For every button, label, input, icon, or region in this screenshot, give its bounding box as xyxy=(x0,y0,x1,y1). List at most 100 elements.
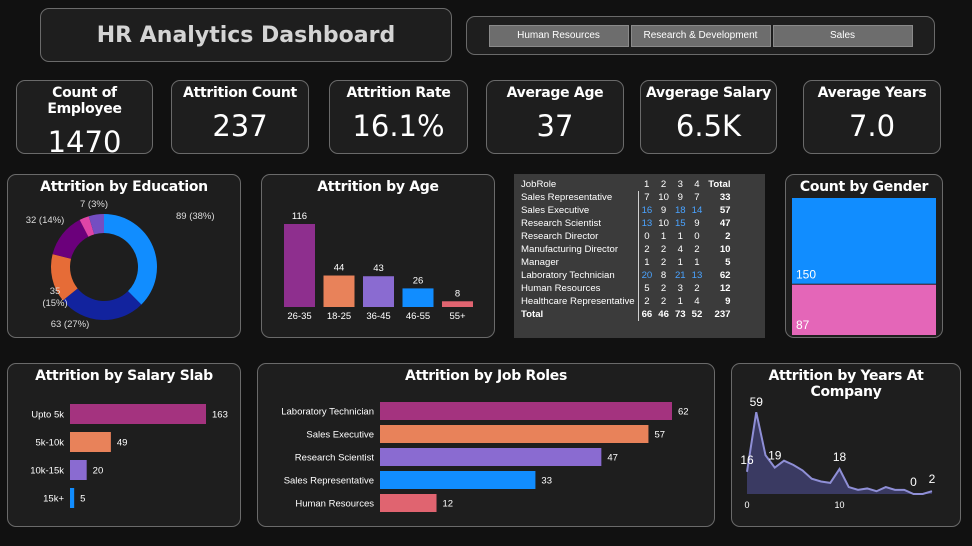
matrix-cell: 2 xyxy=(644,244,650,255)
kpi-average-age: Average Age 37 xyxy=(486,80,624,154)
kpi-label: Avgerage Salary xyxy=(645,85,772,101)
jobrole-bar xyxy=(380,494,437,512)
matrix-cell: 1 xyxy=(660,231,667,242)
matrix-row: Manufacturing Director 2 2 4 2 10 xyxy=(518,243,734,256)
matrix-column-header[interactable]: 3 xyxy=(672,178,689,191)
age-panel: Attrition by Age 116 26-35 44 18-25 43 36-45 2… xyxy=(261,174,495,338)
matrix-row: Research Director 0 1 1 0 2 xyxy=(518,230,734,243)
salary-axis-label: 10k-15k xyxy=(30,466,64,477)
education-panel: Attrition by Education 89 (38%) 63 (27%) 3… xyxy=(7,174,241,338)
salary-bar xyxy=(70,432,111,452)
jobrole-bar xyxy=(380,425,649,443)
matrix-cell: 9 xyxy=(677,192,683,203)
years-axis-tick: 10 xyxy=(834,500,844,510)
matrix-column-header[interactable]: 2 xyxy=(655,178,672,191)
years-data-label: 2 xyxy=(929,472,936,486)
slicer-research-development-button[interactable]: Research & Development xyxy=(630,24,771,47)
matrix-row-label: Human Resources xyxy=(518,282,639,295)
matrix-cell: 21 xyxy=(674,270,686,281)
kpi-value: 16.1% xyxy=(352,109,445,143)
jobrole-bar xyxy=(380,402,672,420)
matrix-cell: 2 xyxy=(660,244,667,255)
kpi-label: Attrition Count xyxy=(183,85,297,101)
age-bar-chart: 116 26-35 44 18-25 43 36-45 26 46-55 8 55+ xyxy=(284,211,473,322)
slicer-human-resources-button[interactable]: Human Resources xyxy=(488,24,629,47)
age-axis-label: 55+ xyxy=(449,311,466,322)
salary-axis-label: Upto 5k xyxy=(31,410,64,421)
matrix-cell: 46 xyxy=(658,309,669,320)
matrix-cell: 1 xyxy=(644,257,650,268)
matrix-cell: 2 xyxy=(694,283,700,294)
matrix-cell: 52 xyxy=(691,309,703,320)
kpi-label: Attrition Rate xyxy=(346,85,451,101)
gender-stacked-chart: 150 87 xyxy=(792,198,936,335)
matrix-cell: 9 xyxy=(660,205,667,216)
donut-data-label: (15%) xyxy=(42,298,67,309)
matrix-cell: 4 xyxy=(694,296,700,307)
age-bar-value: 116 xyxy=(292,211,307,222)
matrix-cell: 4 xyxy=(677,244,683,255)
matrix-cell: 13 xyxy=(641,218,653,229)
matrix-total-row: Total 66 46 73 52 237 xyxy=(518,308,734,321)
title-card: HR Analytics Dashboard xyxy=(40,8,452,62)
jobroles-bar-chart: Laboratory Technician 62 Sales Executive 57… xyxy=(281,402,689,512)
matrix-column-header[interactable]: Total xyxy=(705,178,733,191)
matrix-row-total: 2 xyxy=(725,231,731,242)
matrix-cell: 9 xyxy=(694,218,700,229)
matrix-cell: 2 xyxy=(660,296,667,307)
donut-slice xyxy=(104,214,157,305)
kpi-label: Average Years xyxy=(817,85,927,101)
salary-bar xyxy=(70,488,75,508)
matrix-cell: 1 xyxy=(694,257,700,268)
matrix-column-header[interactable]: 4 xyxy=(689,178,706,191)
matrix-row-total: 9 xyxy=(725,296,731,307)
matrix-cell: 1 xyxy=(677,296,683,307)
matrix-column-header[interactable]: 1 xyxy=(638,178,655,191)
matrix-cell: 8 xyxy=(660,270,667,281)
matrix-cell: 7 xyxy=(694,192,700,203)
jobrole-matrix-table: JobRole 1 2 3 4 Total Sales Representative 7 10… xyxy=(518,178,734,321)
jobrole-bar-value: 12 xyxy=(443,499,454,510)
years-panel: Attrition by Years At Company 16 59 19 18 0 2… xyxy=(731,363,961,527)
salary-chart-title: Attrition by Salary Slab xyxy=(35,368,213,384)
matrix-header-row: JobRole 1 2 3 4 Total xyxy=(518,178,734,191)
gender-chart-title: Count by Gender xyxy=(799,179,929,195)
age-bar xyxy=(402,288,434,307)
kpi-label: Count of Employee xyxy=(47,85,122,117)
age-bar-value: 26 xyxy=(413,275,424,286)
matrix-row: Human Resources 5 2 3 2 12 xyxy=(518,282,734,295)
salary-bar-value: 5 xyxy=(80,494,85,505)
department-slicer: Human Resources Research & Development S… xyxy=(466,16,935,55)
matrix-row-total: 57 xyxy=(719,205,731,216)
jobrole-axis-label: Sales Representative xyxy=(284,476,374,487)
years-data-label: 18 xyxy=(833,450,847,464)
age-axis-label: 18-25 xyxy=(327,311,351,322)
kpi-value: 6.5K xyxy=(675,109,742,143)
kpi-average-salary: Avgerage Salary 6.5K xyxy=(640,80,777,154)
slicer-sales-button[interactable]: Sales xyxy=(772,24,913,47)
kpi-attrition-count: Attrition Count 237 xyxy=(171,80,309,154)
salary-bar-value: 49 xyxy=(117,438,128,449)
donut-data-label: 32 (14%) xyxy=(26,215,65,226)
salary-axis-label: 15k+ xyxy=(43,494,64,505)
age-bar xyxy=(442,301,473,307)
kpi-value: 1470 xyxy=(47,125,122,159)
jobrole-bar-value: 57 xyxy=(654,430,665,441)
matrix-cell: 1 xyxy=(677,231,683,242)
jobrole-axis-label: Sales Executive xyxy=(306,430,374,441)
years-axis-tick: 0 xyxy=(744,500,749,510)
gender-segment-value: 87 xyxy=(796,318,810,332)
matrix-row: Healthcare Representative 2 2 1 4 9 xyxy=(518,295,734,308)
donut-slice xyxy=(62,288,142,320)
matrix-cell: 20 xyxy=(641,270,653,281)
age-bar-value: 8 xyxy=(455,288,460,299)
matrix-column-header-jobrole[interactable]: JobRole xyxy=(518,178,638,191)
donut-data-label: 89 (38%) xyxy=(176,211,215,222)
jobroles-panel: Attrition by Job Roles Laboratory Techni… xyxy=(257,363,715,527)
age-axis-label: 36-45 xyxy=(366,311,390,322)
kpi-value: 237 xyxy=(212,109,268,143)
kpi-average-years: Average Years 7.0 xyxy=(803,80,941,154)
age-bar-value: 43 xyxy=(373,263,384,274)
matrix-cell: 10 xyxy=(658,218,669,229)
matrix-cell: 2 xyxy=(660,283,667,294)
